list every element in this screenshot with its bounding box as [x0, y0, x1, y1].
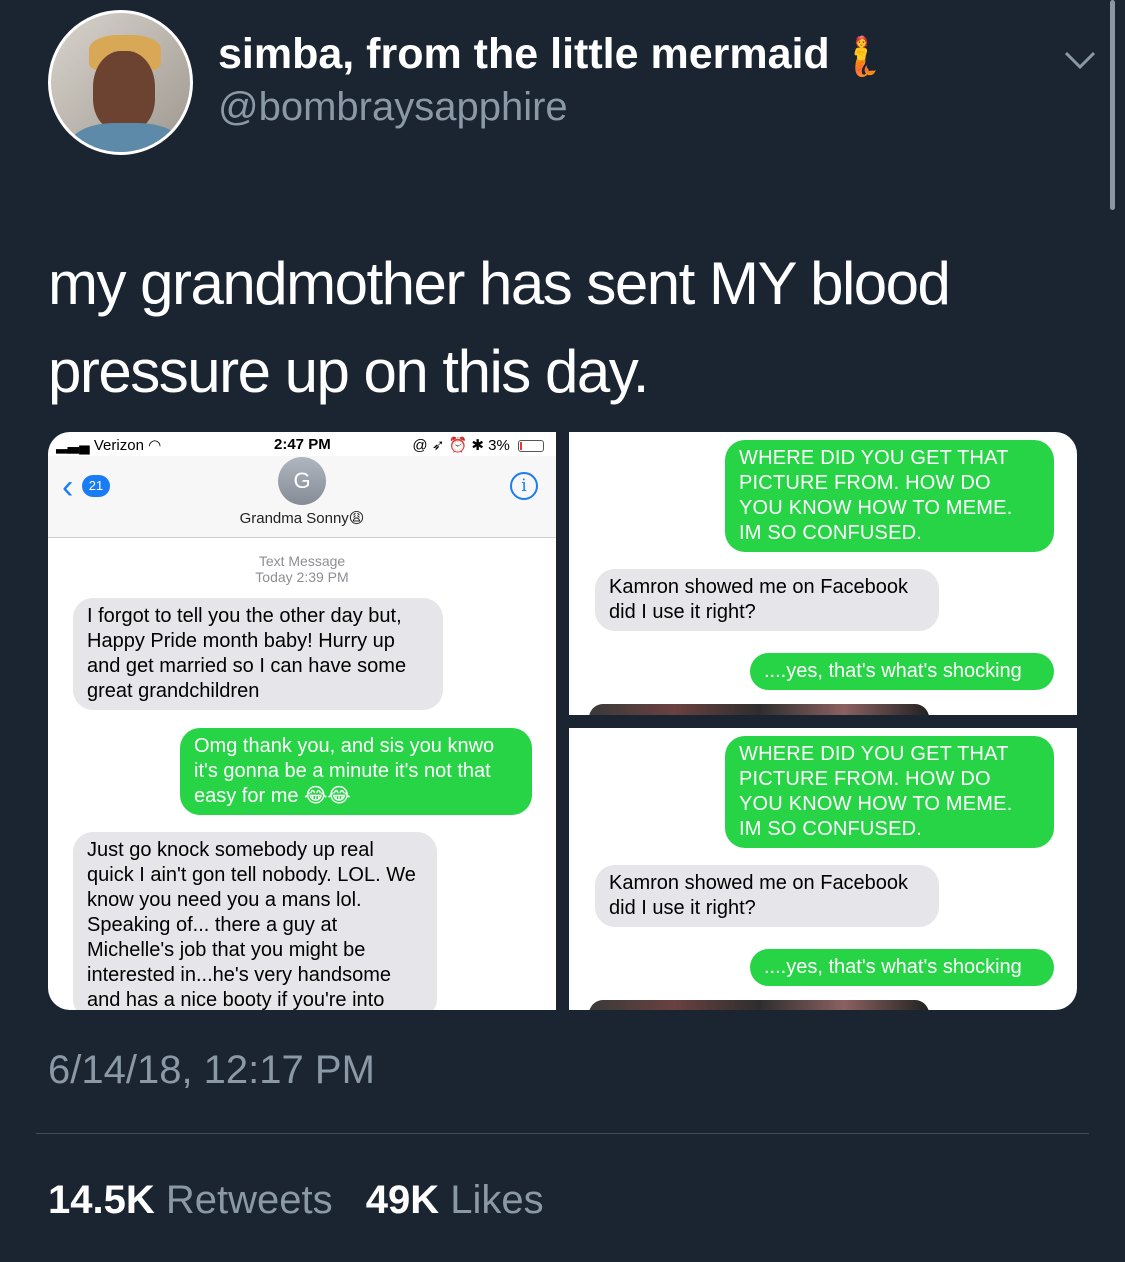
- info-icon[interactable]: i: [510, 472, 538, 500]
- contact-name[interactable]: Grandma Sonny😩: [48, 509, 556, 527]
- divider: [36, 1133, 1089, 1134]
- retweets-stat[interactable]: 14.5K Retweets: [48, 1178, 333, 1223]
- message-meta: Text Message Today 2:39 PM: [48, 553, 556, 585]
- carrier: ▂▃▄ Verizon ◠: [56, 436, 161, 454]
- tweet-text: my grandmother has sent MY blood pressur…: [48, 250, 951, 405]
- display-name-text: simba, from the little mermaid: [218, 30, 830, 78]
- image-attachment-edge: [589, 1000, 929, 1010]
- contact-name-text: Grandma Sonny: [239, 510, 349, 527]
- likes-label: Likes: [450, 1178, 544, 1222]
- tweet-timestamp[interactable]: 6/14/18, 12:17 PM: [48, 1048, 375, 1093]
- screenshot-conversation-right-top[interactable]: WHERE DID YOU GET THAT PICTURE FROM. HOW…: [569, 432, 1077, 715]
- scrollbar[interactable]: [1110, 0, 1115, 210]
- likes-count: 49K: [365, 1178, 440, 1222]
- meta-time: Today 2:39 PM: [255, 569, 349, 585]
- tweet-stats: 14.5K Retweets 49K Likes: [48, 1178, 566, 1223]
- avatar[interactable]: [48, 10, 193, 155]
- chevron-down-icon[interactable]: [1062, 42, 1098, 78]
- carrier-label: Verizon: [93, 437, 144, 454]
- unread-badge[interactable]: 21: [82, 475, 110, 497]
- avatar-shirt: [71, 123, 181, 152]
- status-right: @ ➶ ⏰ ✱ 3%: [412, 436, 544, 454]
- display-name[interactable]: simba, from the little mermaid 🧜: [218, 30, 885, 79]
- battery-percent: 3%: [488, 437, 510, 454]
- message-bubble-incoming: Kamron showed me on Facebook did I use i…: [595, 865, 939, 927]
- screenshot-conversation-left[interactable]: ▂▃▄ Verizon ◠ 2:47 PM @ ➶ ⏰ ✱ 3% ‹ 21 G …: [48, 432, 556, 1010]
- signal-icon: ▂▃▄: [56, 437, 90, 454]
- battery-icon: [518, 440, 544, 453]
- message-bubble-outgoing: Omg thank you, and sis you knwo it's gon…: [180, 728, 532, 815]
- merman-icon: 🧜: [837, 35, 886, 78]
- message-bubble-incoming: Kamron showed me on Facebook did I use i…: [595, 569, 939, 631]
- message-bubble-outgoing: ....yes, that's what's shocking: [750, 653, 1054, 690]
- messages-header: ‹ 21 G Grandma Sonny😩 i: [48, 456, 556, 538]
- tweet-media-grid[interactable]: ▂▃▄ Verizon ◠ 2:47 PM @ ➶ ⏰ ✱ 3% ‹ 21 G …: [48, 432, 1077, 1010]
- image-attachment-edge: [589, 704, 929, 715]
- likes-stat[interactable]: 49K Likes: [366, 1178, 544, 1223]
- screenshot-conversation-right-bottom[interactable]: WHERE DID YOU GET THAT PICTURE FROM. HOW…: [569, 728, 1077, 1010]
- wifi-icon: ◠: [148, 437, 162, 454]
- message-bubble-outgoing: ....yes, that's what's shocking: [750, 949, 1054, 986]
- tweet-header: simba, from the little mermaid 🧜 @bombray…: [48, 10, 1098, 155]
- retweets-count: 14.5K: [48, 1178, 155, 1222]
- retweets-label: Retweets: [165, 1178, 333, 1222]
- back-chevron-icon[interactable]: ‹: [62, 470, 73, 504]
- message-bubble-incoming: Just go knock somebody up real quick I a…: [73, 832, 437, 1010]
- status-icons: @ ➶ ⏰ ✱: [412, 437, 489, 454]
- status-time: 2:47 PM: [274, 436, 331, 453]
- ios-status-bar: ▂▃▄ Verizon ◠ 2:47 PM @ ➶ ⏰ ✱ 3%: [48, 432, 556, 456]
- message-bubble-outgoing: WHERE DID YOU GET THAT PICTURE FROM. HOW…: [725, 736, 1054, 848]
- user-handle[interactable]: @bombraysapphire: [218, 85, 568, 130]
- contact-avatar[interactable]: G: [278, 457, 326, 505]
- meta-type: Text Message: [258, 553, 346, 569]
- message-bubble-outgoing: WHERE DID YOU GET THAT PICTURE FROM. HOW…: [725, 440, 1054, 552]
- avatar-face: [93, 51, 155, 131]
- message-bubble-incoming: I forgot to tell you the other day but, …: [73, 598, 443, 710]
- contact-emoji: 😩: [348, 510, 365, 527]
